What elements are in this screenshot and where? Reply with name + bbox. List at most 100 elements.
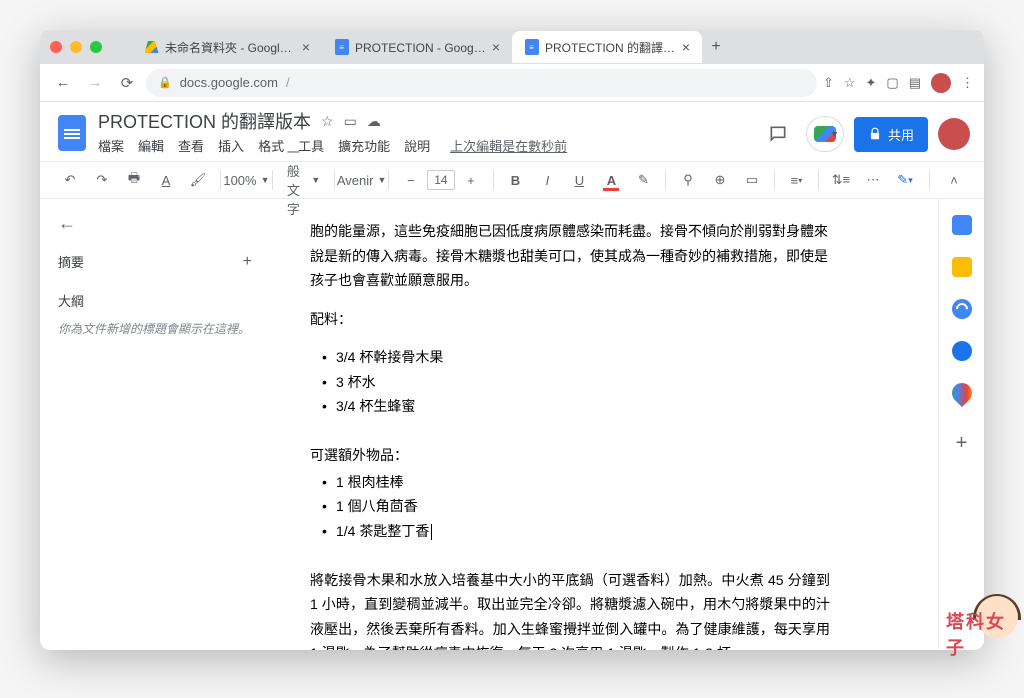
- extensions-icon[interactable]: ✦: [866, 75, 877, 91]
- profile-avatar[interactable]: [931, 73, 951, 93]
- address-bar[interactable]: 🔒 docs.google.com/: [146, 69, 817, 97]
- menu-file[interactable]: 檔案: [98, 136, 124, 155]
- docs-body: ← 摘要 + 大綱 你為文件新增的標題會顯示在這裡。 胞的能量源，這些免疫細胞已…: [40, 199, 984, 650]
- caret-down-icon: ▼: [311, 175, 320, 185]
- add-summary-button[interactable]: +: [243, 253, 252, 271]
- meet-button[interactable]: ▼: [806, 116, 844, 152]
- list-item: 1 根肉桂棒: [310, 470, 830, 495]
- share-page-icon[interactable]: ⇧: [823, 75, 834, 91]
- underline-button[interactable]: U: [565, 166, 593, 194]
- outline-collapse-button[interactable]: ←: [58, 213, 252, 234]
- font-increase-button[interactable]: +: [457, 166, 485, 194]
- caret-down-icon: ▼: [378, 175, 387, 185]
- document-viewport[interactable]: 胞的能量源，這些免疫細胞已因低度病原體感染而耗盡。接骨不傾向於削弱對身體來說是新…: [270, 199, 938, 650]
- calendar-addon-icon[interactable]: [952, 215, 972, 235]
- document-title[interactable]: PROTECTION 的翻譯版本: [98, 108, 311, 134]
- docs-icon: ≡: [524, 40, 539, 55]
- tab-close-icon[interactable]: ×: [682, 39, 690, 55]
- move-icon[interactable]: ▭: [344, 113, 357, 130]
- text-color-button[interactable]: A: [597, 166, 625, 194]
- nav-reload-button[interactable]: ⟳: [114, 70, 140, 96]
- tab-title: PROTECTION - Google 文件: [355, 39, 486, 56]
- italic-button[interactable]: I: [533, 166, 561, 194]
- formatting-toolbar: ↶ ↷ 🖶 A 🖌 100%▼ 一般文字▼ Avenir▼ − 14 + B I…: [40, 161, 984, 199]
- font-decrease-button[interactable]: −: [397, 166, 425, 194]
- window-minimize[interactable]: [70, 41, 82, 53]
- contacts-addon-icon[interactable]: [952, 341, 972, 361]
- font-select[interactable]: Avenir▼: [343, 166, 381, 194]
- share-label: 共用: [888, 125, 914, 144]
- zoom-select[interactable]: 100%▼: [229, 166, 265, 194]
- tab-title: PROTECTION 的翻譯版本 - Goo: [545, 39, 676, 56]
- tab-close-icon[interactable]: ×: [492, 39, 500, 55]
- highlight-button[interactable]: ✎: [629, 166, 657, 194]
- lock-icon: 🔒: [158, 76, 172, 89]
- browser-tab[interactable]: 未命名資料夾 - Google 雲端硬碟 ×: [132, 31, 322, 63]
- browser-tab[interactable]: ≡ PROTECTION - Google 文件 ×: [322, 31, 512, 63]
- get-addons-button[interactable]: +: [952, 433, 972, 453]
- insert-link-button[interactable]: ⚲: [674, 166, 702, 194]
- line-spacing-button[interactable]: ⇅≡: [827, 166, 855, 194]
- list-item: 3/4 杯生蜂蜜: [310, 394, 830, 419]
- docs-logo-icon: [58, 115, 86, 151]
- bookmark-icon[interactable]: ☆: [844, 75, 856, 91]
- list-item: 1 個八角茴香: [310, 494, 830, 519]
- reading-list-icon[interactable]: ▤: [909, 75, 921, 91]
- url-host: docs.google.com: [180, 75, 278, 90]
- insert-comment-button[interactable]: ⊕: [706, 166, 734, 194]
- paragraph: 將乾接骨木果和水放入培養基中大小的平底鍋（可選香料）加熱。中火煮 45 分鐘到 …: [310, 568, 830, 651]
- caret-down-icon: ▼: [830, 129, 839, 139]
- undo-button[interactable]: ↶: [56, 166, 84, 194]
- comment-icon: [768, 124, 788, 144]
- editing-mode-button[interactable]: ✎ ▾: [891, 166, 919, 194]
- collapse-toolbar-button[interactable]: ˄: [940, 166, 968, 194]
- spellcheck-button[interactable]: A: [152, 166, 180, 194]
- docs-home-button[interactable]: [54, 110, 90, 156]
- menu-edit[interactable]: 編輯: [138, 136, 164, 155]
- print-button[interactable]: 🖶: [120, 166, 148, 194]
- menu-view[interactable]: 查看: [178, 136, 204, 155]
- keep-addon-icon[interactable]: [952, 257, 972, 277]
- new-tab-button[interactable]: +: [702, 31, 730, 63]
- comments-button[interactable]: [760, 116, 796, 152]
- browser-window: 未命名資料夾 - Google 雲端硬碟 × ≡ PROTECTION - Go…: [40, 30, 984, 650]
- bold-button[interactable]: B: [501, 166, 529, 194]
- tasks-addon-icon[interactable]: [952, 299, 972, 319]
- more-button[interactable]: ⋯: [859, 166, 887, 194]
- font-size-input[interactable]: 14: [427, 170, 455, 190]
- browser-tab-active[interactable]: ≡ PROTECTION 的翻譯版本 - Goo ×: [512, 31, 702, 63]
- align-button[interactable]: ≡▾: [782, 166, 810, 194]
- cloud-status-icon[interactable]: ☁: [367, 113, 381, 130]
- redo-button[interactable]: ↷: [88, 166, 116, 194]
- caret-down-icon: ▼: [261, 175, 270, 185]
- section-heading: 配料：: [310, 307, 830, 332]
- nav-forward-button[interactable]: →: [82, 70, 108, 96]
- maps-addon-icon[interactable]: [947, 379, 975, 407]
- style-select[interactable]: 一般文字▼: [281, 166, 327, 194]
- menu-format[interactable]: 格式: [258, 136, 284, 155]
- watermark-text: 塔科女子: [946, 608, 1022, 660]
- share-button[interactable]: 共用: [854, 117, 928, 152]
- menu-help[interactable]: 說明: [404, 136, 430, 155]
- menu-insert[interactable]: 插入: [218, 136, 244, 155]
- lock-icon: [868, 127, 882, 141]
- document-page[interactable]: 胞的能量源，這些免疫細胞已因低度病原體感染而耗盡。接骨不傾向於削弱對身體來說是新…: [290, 219, 850, 650]
- window-close[interactable]: [50, 41, 62, 53]
- nav-back-button[interactable]: ←: [50, 70, 76, 96]
- insert-image-button[interactable]: ▭: [738, 166, 766, 194]
- window-zoom[interactable]: [90, 41, 102, 53]
- tab-close-icon[interactable]: ×: [302, 39, 310, 55]
- font-value: Avenir: [337, 173, 374, 188]
- last-edit-info[interactable]: 上次編輯是在數秒前: [450, 136, 567, 155]
- list-item: 3 杯水: [310, 370, 830, 395]
- menu-extensions[interactable]: 擴充功能: [338, 136, 390, 155]
- paint-format-button[interactable]: 🖌: [184, 166, 212, 194]
- cast-icon[interactable]: ▢: [886, 75, 898, 91]
- menu-bar: 檔案 編輯 查看 插入 格式 工具 擴充功能 說明 上次編輯是在數秒前: [98, 132, 752, 161]
- list-item: 1/4 茶匙整丁香: [310, 519, 830, 544]
- star-icon[interactable]: ☆: [321, 113, 334, 130]
- menu-icon[interactable]: ⋮: [961, 75, 974, 91]
- account-avatar[interactable]: [938, 118, 970, 150]
- text-cursor: [431, 524, 432, 540]
- url-bar: ← → ⟳ 🔒 docs.google.com/ ⇧ ☆ ✦ ▢ ▤ ⋮: [40, 64, 984, 102]
